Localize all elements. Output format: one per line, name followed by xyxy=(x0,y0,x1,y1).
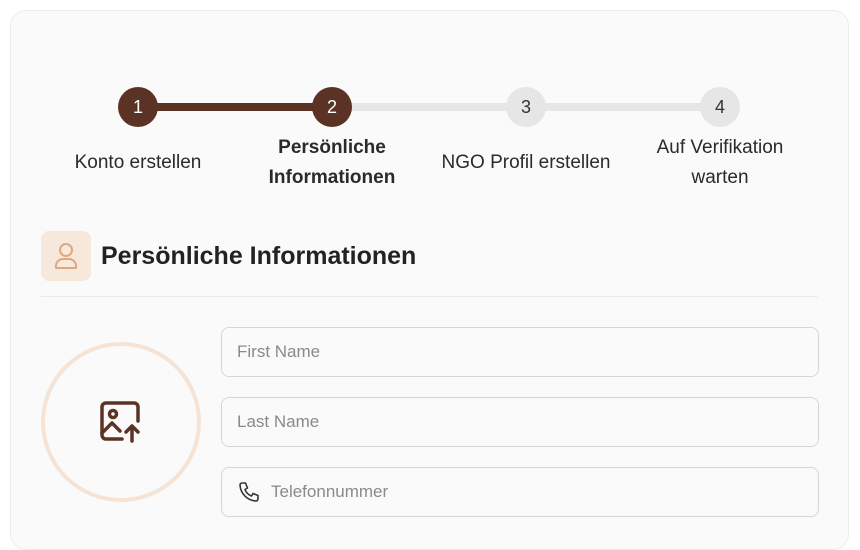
avatar-upload-button[interactable] xyxy=(41,342,201,502)
phone-field[interactable] xyxy=(221,467,819,517)
progress-stepper: 1 2 3 4 Konto erstellen Persönliche Info… xyxy=(11,11,848,211)
step-2-circle[interactable]: 2 xyxy=(312,87,352,127)
last-name-input[interactable] xyxy=(237,398,818,446)
image-upload-icon xyxy=(100,401,140,443)
step-connector-1-2 xyxy=(138,103,332,111)
step-3-number: 3 xyxy=(520,96,531,117)
step-1-number: 1 xyxy=(132,96,143,117)
first-name-input[interactable] xyxy=(237,328,818,376)
phone-input[interactable] xyxy=(271,468,818,516)
step-connector-2-3 xyxy=(332,103,526,111)
section-title: Persönliche Informationen xyxy=(101,242,417,270)
registration-card: 1 2 3 4 Konto erstellen Persönliche Info… xyxy=(10,10,849,550)
step-3-label: NGO Profil erstellen xyxy=(441,152,611,173)
step-4-number: 4 xyxy=(714,96,725,117)
step-4-circle[interactable]: 4 xyxy=(700,87,740,127)
step-1-circle[interactable]: 1 xyxy=(118,87,158,127)
last-name-field[interactable] xyxy=(221,397,819,447)
step-3-circle[interactable]: 3 xyxy=(506,87,546,127)
phone-icon xyxy=(237,480,261,504)
step-2-label: Persönliche Informationen xyxy=(268,137,396,188)
step-2-number: 2 xyxy=(326,96,337,117)
step-4-label: Auf Verifikation warten xyxy=(656,137,784,188)
first-name-field[interactable] xyxy=(221,327,819,377)
step-1-label: Konto erstellen xyxy=(74,152,202,173)
step-connector-3-4 xyxy=(526,103,720,111)
user-icon xyxy=(41,231,91,281)
section-divider xyxy=(41,296,818,297)
